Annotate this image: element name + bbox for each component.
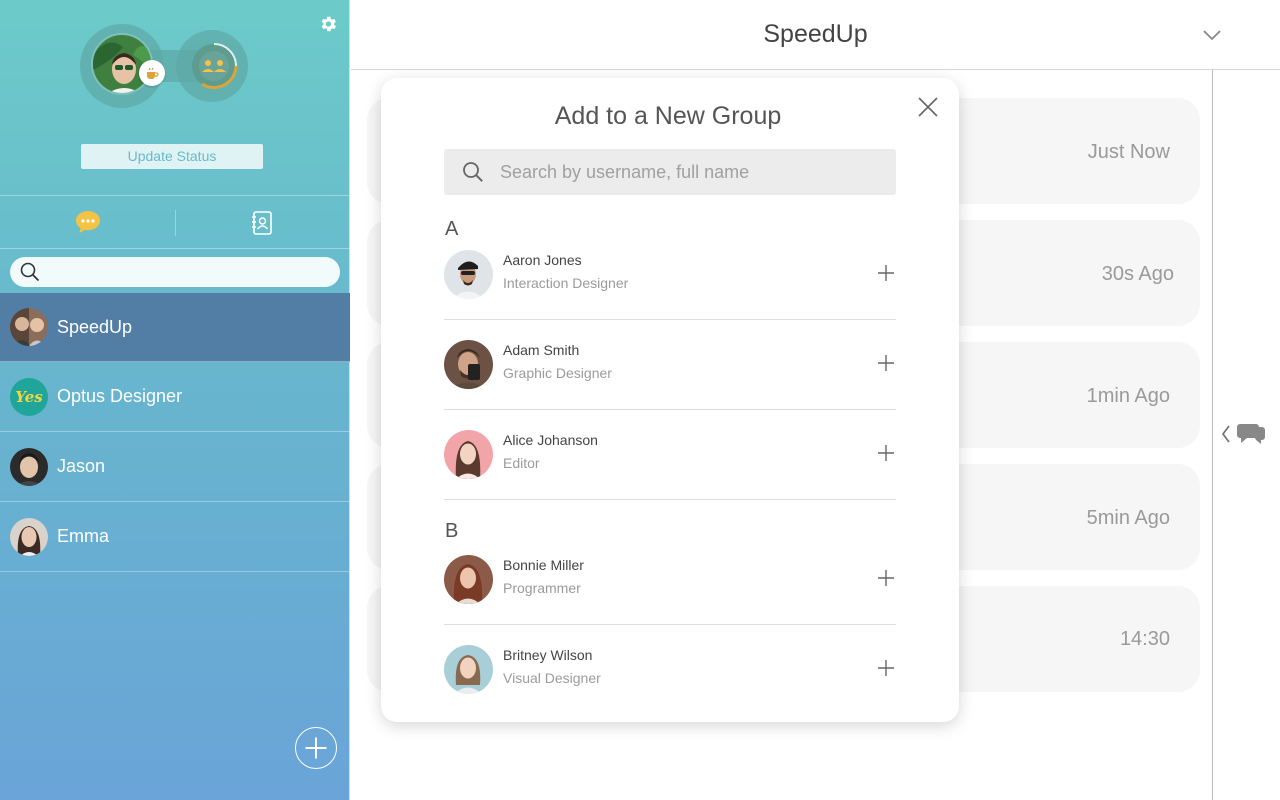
contact-row: Britney Wilson Visual Designer <box>444 625 896 715</box>
divider <box>0 195 350 196</box>
avatar: Yes <box>10 377 48 416</box>
contact-row: Aaron Jones Interaction Designer <box>444 230 896 320</box>
chat-bubbles-icon[interactable] <box>1219 418 1269 452</box>
contact-name: Bonnie Miller <box>503 557 584 573</box>
update-status-button[interactable]: Update Status <box>81 144 263 169</box>
avatar <box>10 447 48 486</box>
contact-name: Alice Johanson <box>503 432 598 448</box>
contact-role: Graphic Designer <box>503 365 612 381</box>
avatar <box>444 430 493 479</box>
plus-icon[interactable] <box>876 263 896 283</box>
modal-title: Add to a New Group <box>554 102 782 130</box>
modal-search[interactable] <box>444 149 896 195</box>
sidebar: Update Status SpeedUp Yes Optus Designer… <box>0 0 350 800</box>
avatar <box>10 517 48 556</box>
avatar <box>10 308 48 346</box>
contact-role: Programmer <box>503 580 581 596</box>
message-time: 14:30 <box>1119 628 1170 650</box>
contact-name: Adam Smith <box>503 342 580 358</box>
chat-list: SpeedUp Yes Optus Designer Jason Emma <box>0 293 350 572</box>
message-time: 5min Ago <box>1086 507 1170 529</box>
chat-item-speedup[interactable]: SpeedUp <box>0 293 350 362</box>
chat-name: Optus Designer <box>57 386 183 406</box>
divider <box>0 248 350 249</box>
avatar <box>444 250 493 299</box>
chat-name: Emma <box>57 526 110 546</box>
chat-name: Jason <box>57 456 106 476</box>
gear-icon[interactable] <box>318 14 338 34</box>
contact-role: Visual Designer <box>503 670 601 686</box>
main-header: SpeedUp <box>351 0 1280 70</box>
plus-circle-icon[interactable] <box>295 727 337 769</box>
sidebar-search[interactable] <box>10 257 340 287</box>
contact-row: Bonnie Miller Programmer <box>444 535 896 625</box>
contact-row: Alice Johanson Editor <box>444 410 896 500</box>
group-icon[interactable] <box>188 40 240 92</box>
sidebar-search-input[interactable] <box>48 264 328 280</box>
plus-icon[interactable] <box>876 568 896 588</box>
chevron-down-icon[interactable] <box>1201 28 1223 42</box>
contact-name: Britney Wilson <box>503 647 593 663</box>
contact-name: Aaron Jones <box>503 252 582 268</box>
page-title: SpeedUp <box>763 20 868 48</box>
plus-icon[interactable] <box>876 443 896 463</box>
avatar <box>444 340 493 389</box>
coffee-icon <box>139 60 165 86</box>
search-icon <box>463 162 483 182</box>
contacts-icon[interactable] <box>249 210 275 236</box>
contact-role: Interaction Designer <box>503 275 629 291</box>
right-rail-divider <box>1212 70 1213 800</box>
search-icon <box>20 262 40 282</box>
message-time: 30s Ago <box>1101 263 1174 285</box>
avatar-text: Yes <box>15 387 43 406</box>
chat-item-emma[interactable]: Emma <box>0 502 350 572</box>
contact-search-input[interactable] <box>500 161 880 183</box>
chat-bubble-icon[interactable] <box>74 208 102 236</box>
tab-separator <box>175 210 176 236</box>
message-time: 1min Ago <box>1086 385 1170 407</box>
contact-role: Editor <box>503 455 540 471</box>
chat-name: SpeedUp <box>57 316 133 337</box>
chat-item-optus-designer[interactable]: Yes Optus Designer <box>0 362 350 432</box>
add-group-modal: Add to a New Group A Aaron Jones Interac… <box>381 78 959 722</box>
contact-row: Adam Smith Graphic Designer <box>444 320 896 410</box>
plus-icon[interactable] <box>876 658 896 678</box>
close-icon[interactable] <box>917 96 939 118</box>
avatar <box>444 555 493 604</box>
message-time: Just Now <box>1087 141 1170 163</box>
avatar <box>444 645 493 694</box>
plus-icon[interactable] <box>876 353 896 373</box>
chat-item-jason[interactable]: Jason <box>0 432 350 502</box>
